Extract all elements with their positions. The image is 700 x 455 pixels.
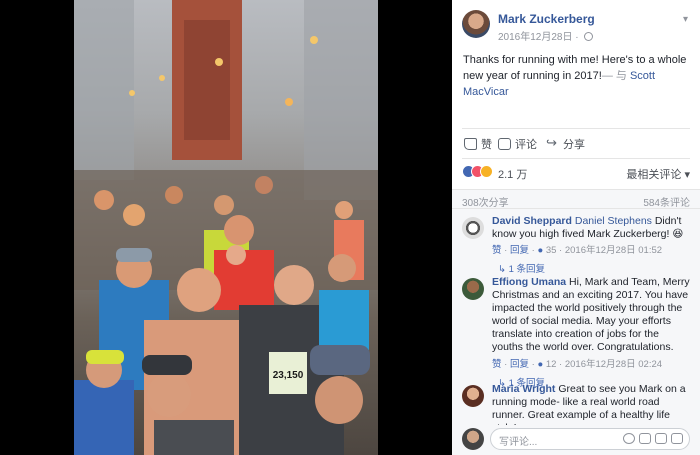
commenter-name[interactable]: Effiong Umana xyxy=(492,276,566,288)
chevron-down-icon[interactable]: ▾ xyxy=(683,14,688,25)
post-with-label: — 与 xyxy=(601,70,627,82)
comment-composer: 写评论... xyxy=(452,425,700,455)
view-replies-link[interactable]: ↳ 1 条回复 xyxy=(498,261,545,275)
comment-button[interactable]: 评论 xyxy=(498,136,537,152)
commenter-avatar[interactable] xyxy=(462,385,484,407)
post-timestamp[interactable]: 2016年12月28日 · xyxy=(498,28,594,43)
divider xyxy=(462,128,690,129)
comment-like-count: 35 xyxy=(545,245,557,256)
comment-like-link[interactable]: 赞 xyxy=(492,359,502,370)
camera-icon[interactable] xyxy=(639,433,651,444)
comment-label: 评论 xyxy=(515,139,537,151)
share-button[interactable]: 分享 xyxy=(546,135,585,152)
comment-item: David Sheppard Daniel Stephens Didn't kn… xyxy=(462,215,690,275)
like-reaction-icon: ● xyxy=(537,245,544,256)
comments-list: David Sheppard Daniel Stephens Didn't kn… xyxy=(452,209,700,434)
author-avatar[interactable] xyxy=(462,10,490,38)
like-button[interactable]: 赞 xyxy=(464,136,492,152)
comment-time[interactable]: 2016年12月28日 02:24 xyxy=(565,359,662,370)
post-header: Mark Zuckerberg 2016年12月28日 · ▾ xyxy=(462,10,692,44)
comment-time[interactable]: 2016年12月28日 01:52 xyxy=(565,245,662,256)
like-reaction-icon: ● xyxy=(537,359,544,370)
commenter-name[interactable]: Maria Wright xyxy=(492,383,555,395)
like-label: 赞 xyxy=(481,139,492,151)
author-name[interactable]: Mark Zuckerberg xyxy=(498,12,595,26)
replies-count[interactable]: 1 条回复 xyxy=(509,264,545,275)
mentioned-user[interactable]: Daniel Stephens xyxy=(575,215,652,227)
comment-like-link[interactable]: 赞 xyxy=(492,245,502,256)
comment-reply-link[interactable]: 回复 xyxy=(510,245,529,256)
share-count[interactable]: 308次分享 xyxy=(462,194,509,209)
share-label: 分享 xyxy=(563,139,585,151)
comment-item: Maria Wright Great to see you Mark on a … xyxy=(462,383,690,434)
comment-sort-dropdown[interactable]: 最相关评论 ▾ xyxy=(626,166,690,182)
reaction-count[interactable]: 2.1 万 xyxy=(498,166,527,182)
thumbs-up-icon xyxy=(464,138,477,150)
bib-number: 23,150 xyxy=(273,370,304,381)
gif-icon[interactable] xyxy=(655,433,667,444)
comment-body: Effiong Umana Hi, Mark and Team, Merry C… xyxy=(492,276,690,354)
post-stats-bar: 308次分享 584条评论 xyxy=(452,189,700,209)
emoji-icon[interactable] xyxy=(623,433,635,444)
comment-meta: 赞 · 回复 · ● 12 · 2016年12月28日 02:24 xyxy=(492,359,663,370)
comment-input[interactable]: 写评论... xyxy=(490,428,690,450)
commenter-avatar[interactable] xyxy=(462,278,484,300)
post-photo[interactable]: 23,150 xyxy=(74,0,378,455)
post-text: Thanks for running with me! Here's to a … xyxy=(463,52,691,100)
wow-reaction-icon xyxy=(480,165,493,178)
timestamp-text[interactable]: 2016年12月28日 xyxy=(498,32,573,43)
comment-reply-link[interactable]: 回复 xyxy=(510,359,529,370)
comment-item: Effiong Umana Hi, Mark and Team, Merry C… xyxy=(462,276,690,389)
comment-meta: 赞 · 回复 · ● 35 · 2016年12月28日 01:52 xyxy=(492,245,663,256)
comment-like-count: 12 xyxy=(545,359,557,370)
share-arrow-icon xyxy=(546,135,559,151)
comment-input-placeholder: 写评论... xyxy=(499,437,538,448)
action-bar: 赞 评论 分享 xyxy=(462,135,690,154)
globe-icon xyxy=(584,32,594,41)
comment-body: David Sheppard Daniel Stephens Didn't kn… xyxy=(492,215,690,241)
speech-bubble-icon xyxy=(498,138,511,150)
composer-icons xyxy=(623,433,683,444)
comment-count[interactable]: 584条评论 xyxy=(643,194,690,209)
sticker-icon[interactable] xyxy=(671,433,683,444)
reactions-summary[interactable]: 2.1 万 最相关评论 ▾ xyxy=(462,165,690,181)
current-user-avatar xyxy=(462,428,484,450)
divider xyxy=(462,158,690,159)
commenter-name[interactable]: David Sheppard xyxy=(492,215,572,227)
commenter-avatar[interactable] xyxy=(462,217,484,239)
photo-viewer: 23,150 xyxy=(0,0,452,455)
